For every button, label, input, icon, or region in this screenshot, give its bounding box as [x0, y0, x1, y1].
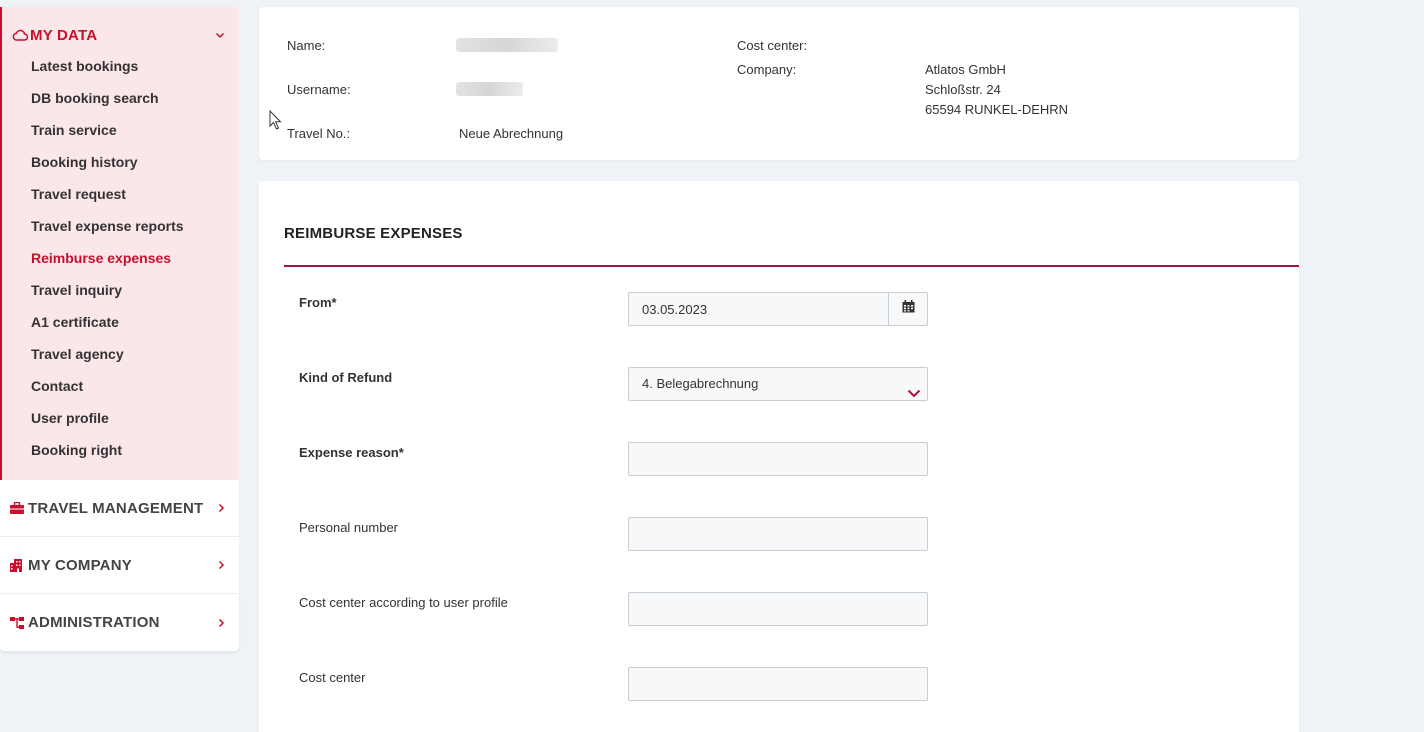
- sidebar-item-user-profile[interactable]: User profile: [2, 402, 239, 434]
- cost-center-profile-label: Cost center according to user profile: [299, 595, 508, 610]
- chevron-right-icon[interactable]: [218, 560, 225, 570]
- name-label: Name:: [287, 38, 326, 53]
- mouse-cursor-icon: [269, 110, 282, 130]
- chevron-down-icon[interactable]: [215, 32, 225, 39]
- cost-center-field-label: Cost center: [299, 670, 366, 685]
- cost-center-profile-input[interactable]: [628, 592, 928, 626]
- chevron-right-icon[interactable]: [218, 618, 225, 628]
- sidebar-section-administration[interactable]: ADMINISTRATION: [0, 594, 239, 651]
- cloud-icon: [12, 29, 30, 41]
- building-icon: [10, 558, 28, 572]
- kind-of-refund-label: Kind of Refund: [299, 370, 393, 385]
- sidebar: MY DATA Latest bookings DB booking searc…: [0, 7, 239, 651]
- sidebar-item-latest-bookings[interactable]: Latest bookings: [2, 50, 239, 82]
- sidebar-submenu-my-data: Latest bookings DB booking search Train …: [2, 48, 239, 466]
- username-label: Username:: [287, 82, 351, 97]
- sidebar-section-header-travel-management[interactable]: TRAVEL MANAGEMENT: [0, 495, 239, 521]
- title-divider: [284, 265, 1299, 267]
- company-label: Company:: [737, 62, 797, 77]
- chevron-down-icon: [907, 378, 921, 410]
- kind-of-refund-select[interactable]: 4. Belegabrechnung: [628, 367, 928, 401]
- company-city: 65594 RUNKEL-DEHRN: [925, 102, 1069, 117]
- sidebar-item-reimburse-expenses[interactable]: Reimburse expenses: [2, 242, 239, 274]
- from-label: From*: [299, 295, 337, 310]
- sidebar-item-a1-certificate[interactable]: A1 certificate: [2, 306, 239, 338]
- sidebar-section-header-administration[interactable]: ADMINISTRATION: [0, 610, 239, 636]
- chevron-right-icon[interactable]: [218, 503, 225, 513]
- cost-center-label: Cost center:: [737, 38, 808, 53]
- sidebar-section-header-my-company[interactable]: MY COMPANY: [0, 552, 239, 578]
- sidebar-item-travel-inquiry[interactable]: Travel inquiry: [2, 274, 239, 306]
- briefcase-icon: [10, 502, 28, 514]
- company-street: Schloßstr. 24: [925, 82, 1001, 97]
- travel-no-value: Neue Abrechnung: [459, 126, 564, 141]
- personal-number-label: Personal number: [299, 520, 398, 535]
- calendar-icon: [902, 300, 915, 318]
- expense-reason-label: Expense reason*: [299, 445, 404, 460]
- sidebar-item-contact[interactable]: Contact: [2, 370, 239, 402]
- traveler-info-card: Name: Username: Travel No.: Neue Abrechn…: [259, 7, 1299, 160]
- sidebar-section-title: TRAVEL MANAGEMENT: [28, 499, 204, 517]
- sitemap-icon: [10, 616, 28, 629]
- sidebar-item-booking-history[interactable]: Booking history: [2, 146, 239, 178]
- sidebar-item-db-booking-search[interactable]: DB booking search: [2, 82, 239, 114]
- kind-of-refund-value: 4. Belegabrechnung: [642, 376, 759, 391]
- form-title: REIMBURSE EXPENSES: [284, 225, 463, 242]
- travel-no-label: Travel No.:: [287, 126, 351, 141]
- reimburse-expenses-form: REIMBURSE EXPENSES From* Kind of Refund …: [259, 181, 1299, 732]
- from-date-picker: [628, 292, 928, 326]
- sidebar-section-title: ADMINISTRATION: [28, 614, 160, 631]
- personal-number-input[interactable]: [628, 517, 928, 551]
- sidebar-section-my-data: MY DATA Latest bookings DB booking searc…: [0, 7, 239, 480]
- company-name: Atlatos GmbH: [925, 62, 1006, 77]
- sidebar-item-train-service[interactable]: Train service: [2, 114, 239, 146]
- sidebar-item-travel-agency[interactable]: Travel agency: [2, 338, 239, 370]
- from-date-input[interactable]: [628, 292, 889, 326]
- sidebar-item-travel-request[interactable]: Travel request: [2, 178, 239, 210]
- sidebar-section-title: MY DATA: [30, 26, 98, 44]
- sidebar-section-travel-management[interactable]: TRAVEL MANAGEMENT: [0, 480, 239, 537]
- cost-center-input[interactable]: [628, 667, 928, 701]
- sidebar-item-travel-expense-reports[interactable]: Travel expense reports: [2, 210, 239, 242]
- sidebar-section-header-my-data[interactable]: MY DATA: [2, 22, 239, 48]
- sidebar-section-my-company[interactable]: MY COMPANY: [0, 537, 239, 594]
- username-value-redacted: [456, 82, 523, 96]
- expense-reason-input[interactable]: [628, 442, 928, 476]
- sidebar-item-booking-right[interactable]: Booking right: [2, 434, 239, 466]
- name-value-redacted: [456, 38, 558, 52]
- calendar-button[interactable]: [888, 292, 928, 326]
- sidebar-section-title: MY COMPANY: [28, 556, 132, 574]
